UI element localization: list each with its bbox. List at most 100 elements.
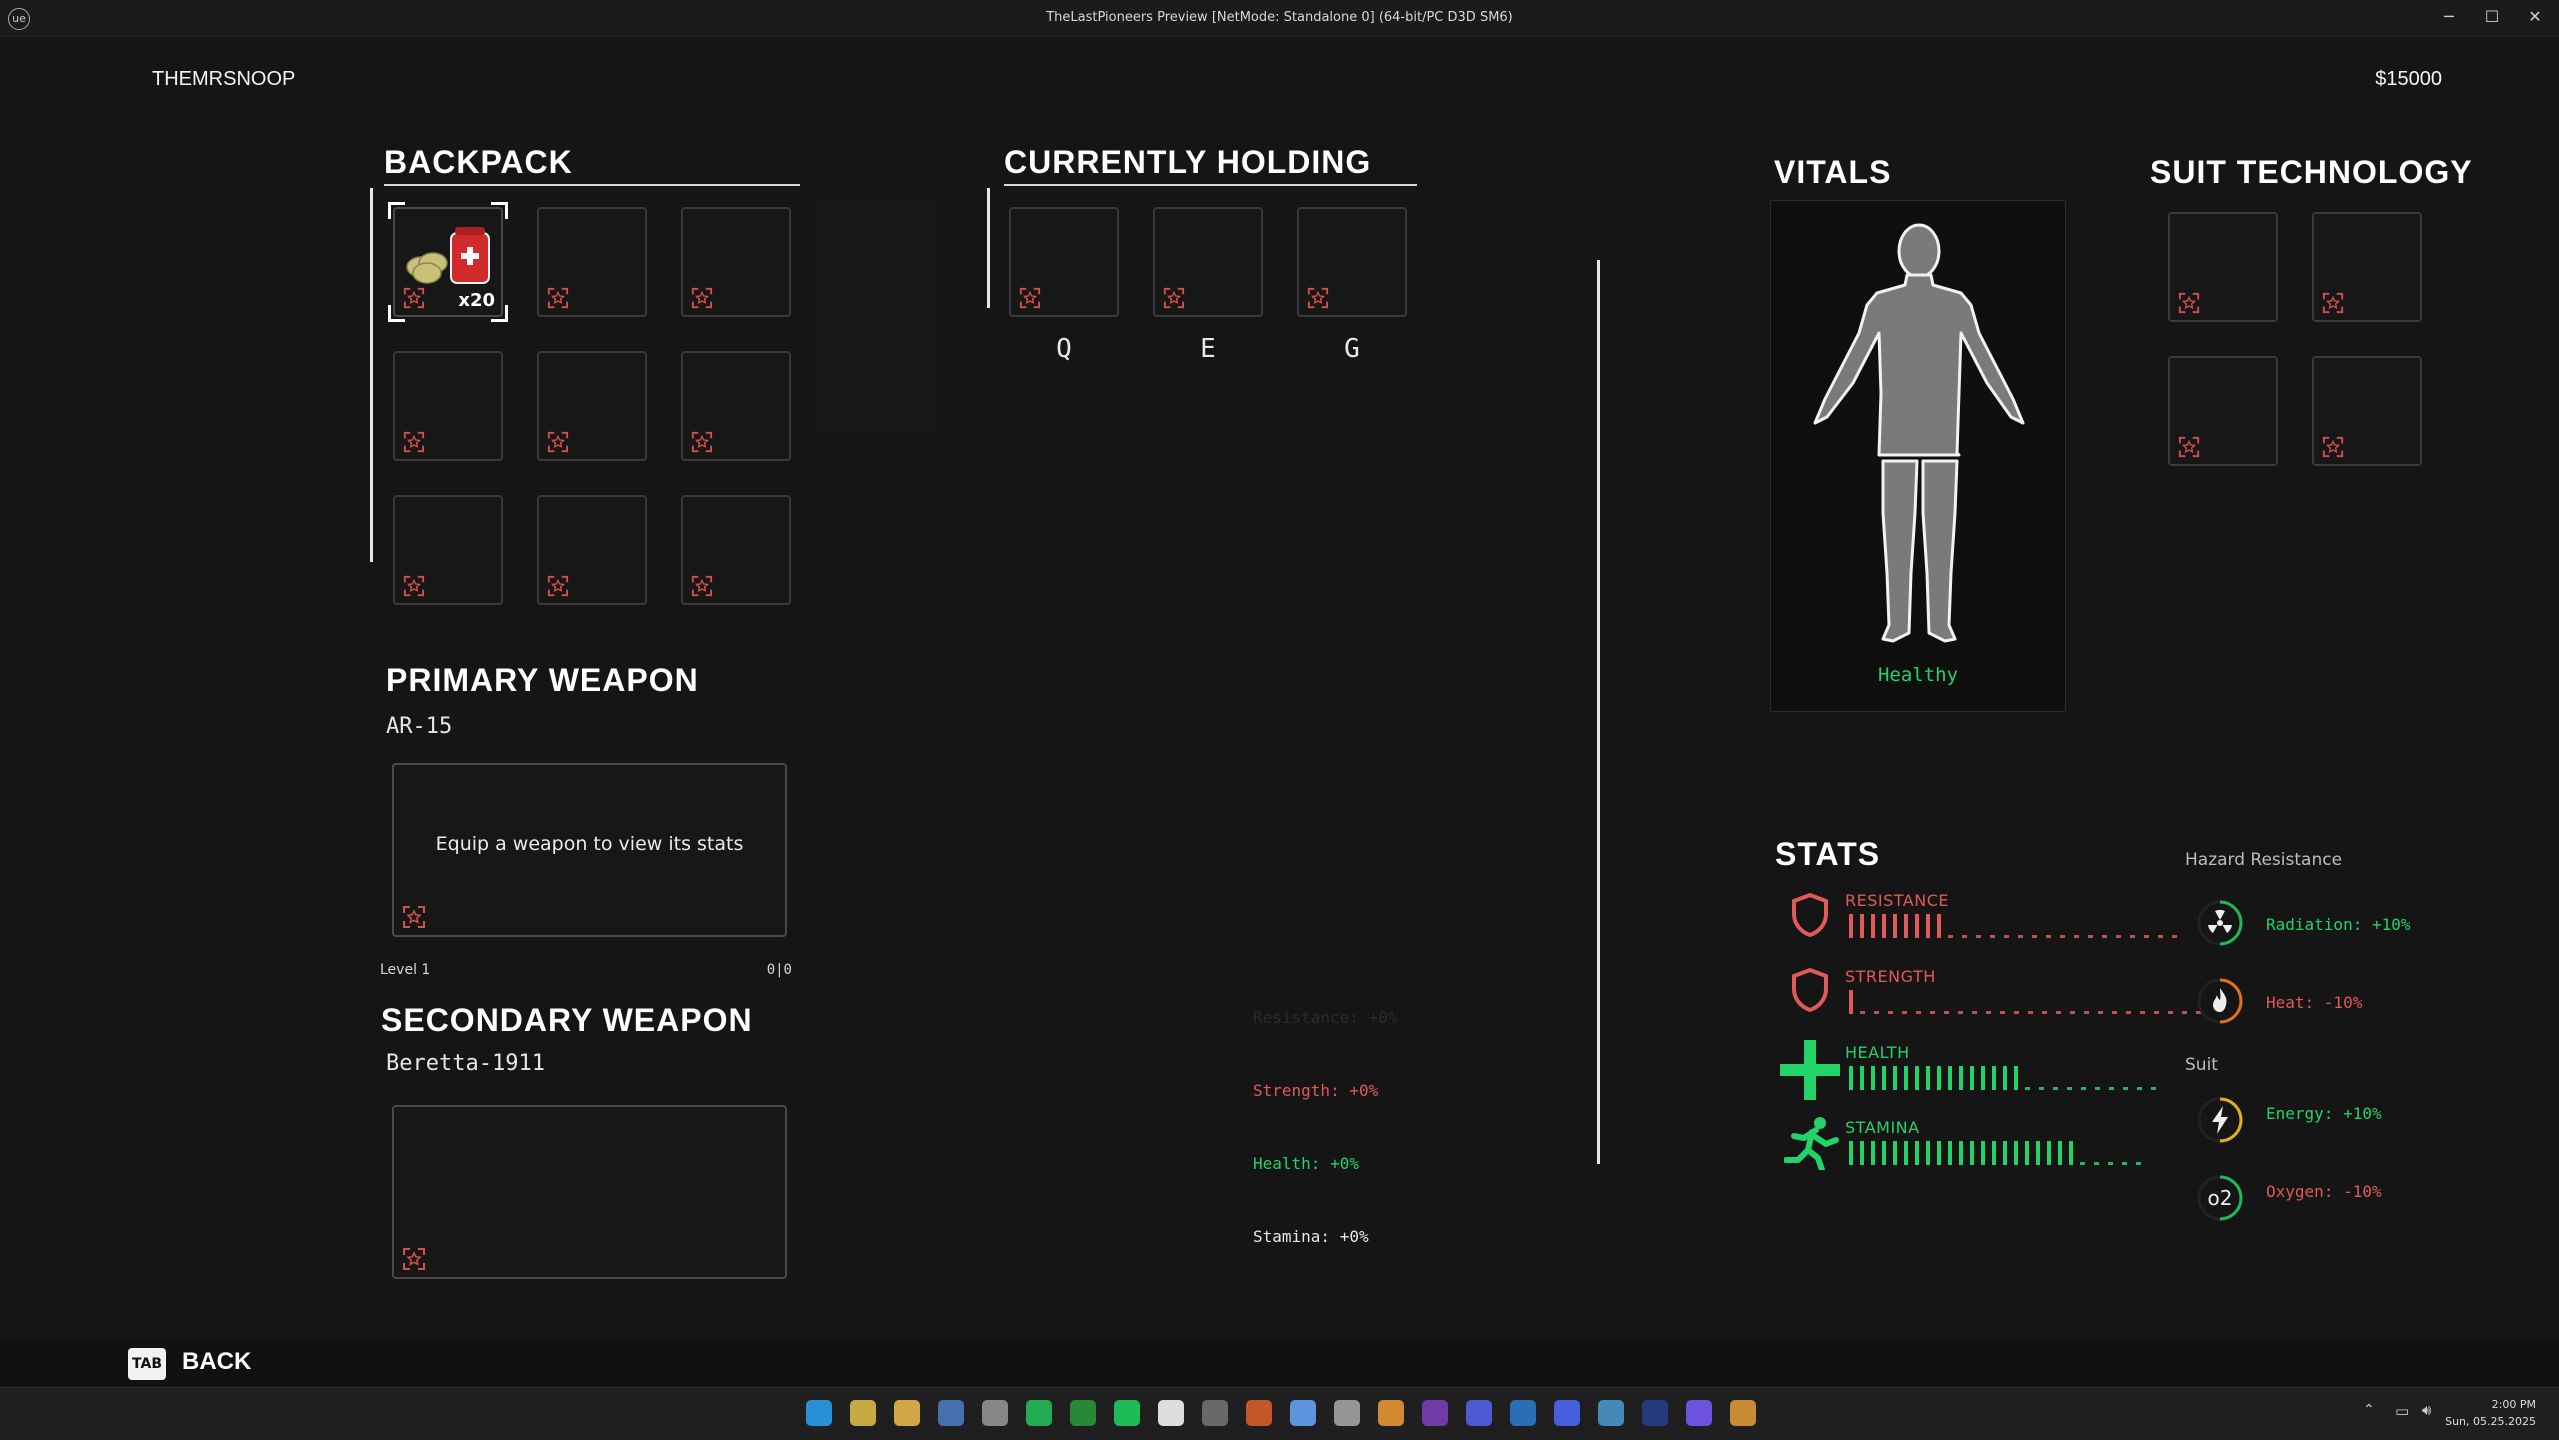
backpack-slot[interactable] [393, 351, 503, 461]
bar-segment [1904, 914, 1908, 938]
placeholder-icon [1019, 287, 1041, 309]
windows-taskbar: ⌃ ▭ 🔊︎ 2:00 PM Sun, 05.25.2025 [0, 1387, 2559, 1440]
bar-dash [1958, 1011, 1963, 1014]
suit-section-title: Suit [2185, 1055, 2218, 1075]
backpack-slot[interactable] [681, 207, 791, 317]
bar-segment [2003, 1141, 2007, 1165]
taskbar-app-icon[interactable] [1598, 1400, 1624, 1426]
back-button[interactable]: BACK [182, 1348, 251, 1376]
bar-dash [1986, 1011, 1991, 1014]
suit-technology-slot[interactable] [2168, 212, 2278, 322]
close-button[interactable]: ✕ [2515, 4, 2555, 30]
backpack-slot[interactable] [537, 207, 647, 317]
backpack-slot[interactable] [681, 495, 791, 605]
taskbar-app-icon[interactable] [894, 1400, 920, 1426]
taskbar-app-icon[interactable] [1290, 1400, 1316, 1426]
holding-slot-2[interactable] [1297, 207, 1407, 317]
hotkey-label: Q [1056, 334, 1072, 364]
taskbar-app-icon[interactable] [1070, 1400, 1096, 1426]
taskbar-app-icon[interactable] [1642, 1400, 1668, 1426]
holding-slot-1[interactable] [1153, 207, 1263, 317]
backpack-slot[interactable]: x20 [388, 202, 508, 322]
suit-technology-slot[interactable] [2168, 356, 2278, 466]
center-divider [1597, 260, 1600, 1164]
primary-weapon-slot[interactable]: Equip a weapon to view its stats [392, 763, 787, 937]
taskbar-app-icon[interactable] [1510, 1400, 1536, 1426]
taskbar-app-icon[interactable] [806, 1400, 832, 1426]
bar-dash [1962, 935, 1967, 938]
holding-underline [1004, 184, 1417, 186]
taskbar-app-icon[interactable] [982, 1400, 1008, 1426]
backpack-underline [384, 184, 800, 186]
taskbar-app-icon[interactable] [1246, 1400, 1272, 1426]
bar-dash [2081, 1087, 2086, 1090]
bar-dash [2098, 1011, 2103, 1014]
bar-dash [2126, 1011, 2131, 1014]
bar-dash [2053, 1087, 2058, 1090]
resistance-stat-icon [1790, 892, 1830, 942]
taskbar-app-icon[interactable] [1026, 1400, 1052, 1426]
modifier-stamina: Stamina: +0% [1253, 1227, 1369, 1246]
bar-dash [2112, 1011, 2117, 1014]
taskbar-app-icon[interactable] [1686, 1400, 1712, 1426]
placeholder-icon [403, 1248, 425, 1270]
bar-dash [1888, 1011, 1893, 1014]
taskbar-app-icon[interactable] [1422, 1400, 1448, 1426]
heat-gauge [2196, 977, 2244, 1025]
taskbar-app-icon[interactable] [1554, 1400, 1580, 1426]
bar-segment [1948, 1141, 1952, 1165]
taskbar-app-icon[interactable] [1466, 1400, 1492, 1426]
taskbar-app-icon[interactable] [938, 1400, 964, 1426]
network-icon[interactable]: ▭ [2395, 1402, 2409, 1420]
taskbar-app-icon[interactable] [1334, 1400, 1360, 1426]
holding-divider [987, 188, 990, 308]
placeholder-icon [2322, 436, 2344, 458]
bar-dash [2116, 935, 2121, 938]
placeholder-icon [1163, 287, 1185, 309]
strength-bar [1849, 990, 2210, 1014]
maximize-button[interactable]: ☐ [2472, 4, 2512, 30]
placeholder-icon [547, 287, 569, 309]
bar-segment [2069, 1141, 2073, 1165]
taskbar-app-icon[interactable] [1158, 1400, 1184, 1426]
taskbar-app-icon[interactable] [1202, 1400, 1228, 1426]
minimize-button[interactable]: ─ [2429, 4, 2469, 30]
holding-slot-0[interactable] [1009, 207, 1119, 317]
bar-dash [2158, 935, 2163, 938]
taskbar-app-icon[interactable] [1114, 1400, 1140, 1426]
backpack-slot[interactable] [537, 351, 647, 461]
bar-dash [1948, 935, 1953, 938]
suit-technology-slot[interactable] [2312, 212, 2422, 322]
vitals-title: VITALS [1774, 154, 1892, 190]
taskbar-app-icon[interactable] [1378, 1400, 1404, 1426]
backpack-slot[interactable] [537, 495, 647, 605]
oxygen-gauge: o2 [2196, 1174, 2244, 1222]
backpack-slot[interactable] [393, 495, 503, 605]
radiation-value: Radiation: +10% [2266, 915, 2411, 934]
oxygen-icon: o2 [2207, 1186, 2233, 1210]
backpack-side-panel [816, 200, 936, 432]
backpack-title: BACKPACK [384, 144, 573, 180]
bar-segment [2036, 1141, 2040, 1165]
ammo-medkit-item-icon [406, 227, 490, 284]
bar-segment [1915, 1066, 1919, 1090]
bar-dash [2025, 1087, 2030, 1090]
bar-dash [2094, 1162, 2099, 1165]
primary-weapon-ammo: 0|0 [766, 962, 792, 978]
shield-icon [1792, 967, 1828, 1013]
secondary-weapon-slot[interactable] [392, 1105, 787, 1279]
bar-dash [2154, 1011, 2159, 1014]
taskbar-app-icon[interactable] [850, 1400, 876, 1426]
clock-time[interactable]: 2:00 PM [2440, 1398, 2536, 1411]
bar-dash [2088, 935, 2093, 938]
bottom-bar: TAB BACK [0, 1340, 2559, 1386]
clock-date[interactable]: Sun, 05.25.2025 [2430, 1415, 2536, 1428]
taskbar-app-icon[interactable] [1730, 1400, 1756, 1426]
tray-chevron-icon[interactable]: ⌃ [2363, 1402, 2375, 1418]
stamina-stat-icon [1783, 1116, 1840, 1174]
suit-technology-slot[interactable] [2312, 356, 2422, 466]
bar-segment [1926, 914, 1930, 938]
backpack-slot[interactable] [681, 351, 791, 461]
bar-segment [1871, 914, 1875, 938]
vitals-panel: Healthy [1770, 200, 2066, 712]
